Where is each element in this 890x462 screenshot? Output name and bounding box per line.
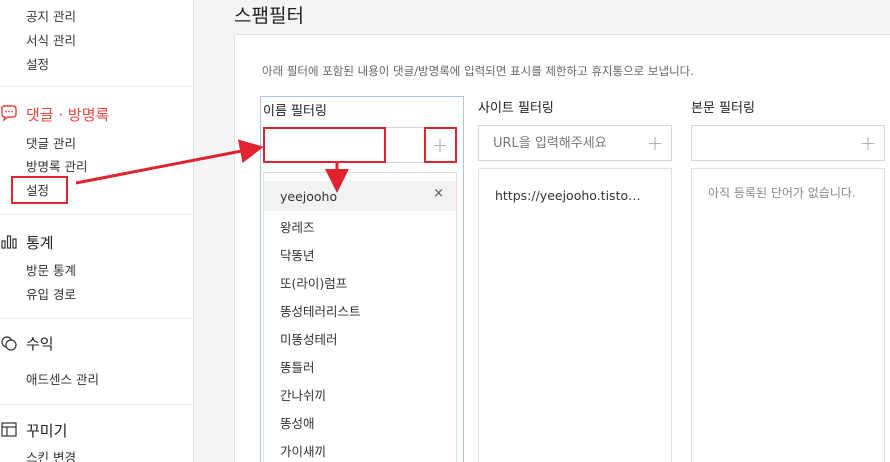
name-filter-list: yeejooho × 왕레즈 닥똥년 또(라이)럼프 똥성테러리스트 미똥성테러…	[263, 172, 457, 462]
name-filter-item[interactable]: 또(라이)럼프	[280, 273, 347, 292]
sidebar-item-adsense[interactable]: 애드센스 관리	[26, 369, 99, 388]
body-filter-add-button[interactable]: +	[852, 126, 884, 160]
page-title: 스팸필터	[234, 5, 304, 27]
filter-description: 아래 필터에 포함된 내용이 댓글/방명록에 입력되면 표시를 제한하고 휴지통…	[262, 64, 694, 78]
body-filter-list: 아직 등록된 단어가 없습니다.	[691, 168, 885, 462]
name-filter-item[interactable]: 닥똥년	[280, 245, 315, 264]
sidebar-item-guestbook-manage[interactable]: 방명록 관리	[26, 156, 87, 175]
site-filter-add-button[interactable]: +	[639, 126, 671, 160]
sidebar-item-comment-manage[interactable]: 댓글 관리	[26, 133, 76, 152]
sidebar-section-comments[interactable]: 댓글 · 방명록	[26, 104, 109, 125]
sidebar-section-design[interactable]: 꾸미기	[26, 420, 67, 441]
body-filter-input[interactable]	[692, 126, 852, 160]
sidebar-item-comment-settings[interactable]: 설정	[26, 180, 49, 199]
sidebar-section-revenue[interactable]: 수익	[26, 333, 54, 354]
close-icon[interactable]: ×	[433, 186, 444, 201]
sidebar: 공지 관리 서식 관리 설정 댓글 · 방명록 댓글 관리 방명록 관리 설정 …	[0, 0, 194, 462]
plus-icon: +	[431, 133, 449, 157]
name-filter-input-box: +	[263, 127, 457, 163]
site-filter-title: 사이트 필터링	[478, 101, 554, 116]
sidebar-item-referrer[interactable]: 유입 경로	[26, 284, 76, 303]
sidebar-divider	[0, 318, 193, 319]
sidebar-item-notice-settings[interactable]: 설정	[26, 54, 49, 73]
name-filter-item[interactable]: 가이새끼	[280, 441, 326, 460]
sidebar-divider	[0, 214, 193, 215]
site-filter-item[interactable]: https://yeejooho.tisto…	[495, 188, 641, 203]
sidebar-divider	[0, 404, 193, 405]
site-filter-input[interactable]	[479, 126, 639, 160]
brush-icon	[1, 422, 17, 437]
sidebar-section-stats[interactable]: 통계	[26, 232, 54, 253]
name-filter-item[interactable]: 왕레즈	[280, 217, 315, 236]
sidebar-item-notice-manage[interactable]: 공지 관리	[26, 6, 76, 25]
name-filter-item[interactable]: 미똥성테러	[280, 329, 338, 348]
comment-icon	[1, 105, 17, 122]
name-filter-add-button[interactable]: +	[424, 128, 456, 162]
sidebar-item-skin-change[interactable]: 스킨 변경	[26, 447, 76, 462]
name-filter-item[interactable]: 똥성애	[280, 413, 315, 432]
plus-icon: +	[646, 131, 664, 155]
body-filter-input-box: +	[691, 125, 885, 161]
name-filter-item[interactable]: 똥성테러리스트	[280, 301, 361, 320]
coin-icon	[1, 336, 17, 351]
sidebar-divider	[0, 86, 193, 87]
name-filter-input[interactable]	[264, 128, 424, 162]
name-filter-item[interactable]: 간나쉬끼	[280, 385, 326, 404]
name-filter-item[interactable]: yeejooho	[280, 189, 337, 204]
sidebar-item-form-manage[interactable]: 서식 관리	[26, 30, 76, 49]
site-filter-input-box: +	[478, 125, 672, 161]
chart-icon	[1, 235, 17, 249]
site-filter-list: https://yeejooho.tisto…	[478, 168, 672, 462]
body-filter-title: 본문 필터링	[691, 101, 755, 116]
sidebar-item-visit-stats[interactable]: 방문 통계	[26, 260, 76, 279]
body-filter-empty-message: 아직 등록된 단어가 없습니다.	[708, 186, 856, 200]
name-filter-item[interactable]: 똥틀러	[280, 357, 315, 376]
name-filter-title: 이름 필터링	[263, 104, 327, 119]
plus-icon: +	[859, 131, 877, 155]
